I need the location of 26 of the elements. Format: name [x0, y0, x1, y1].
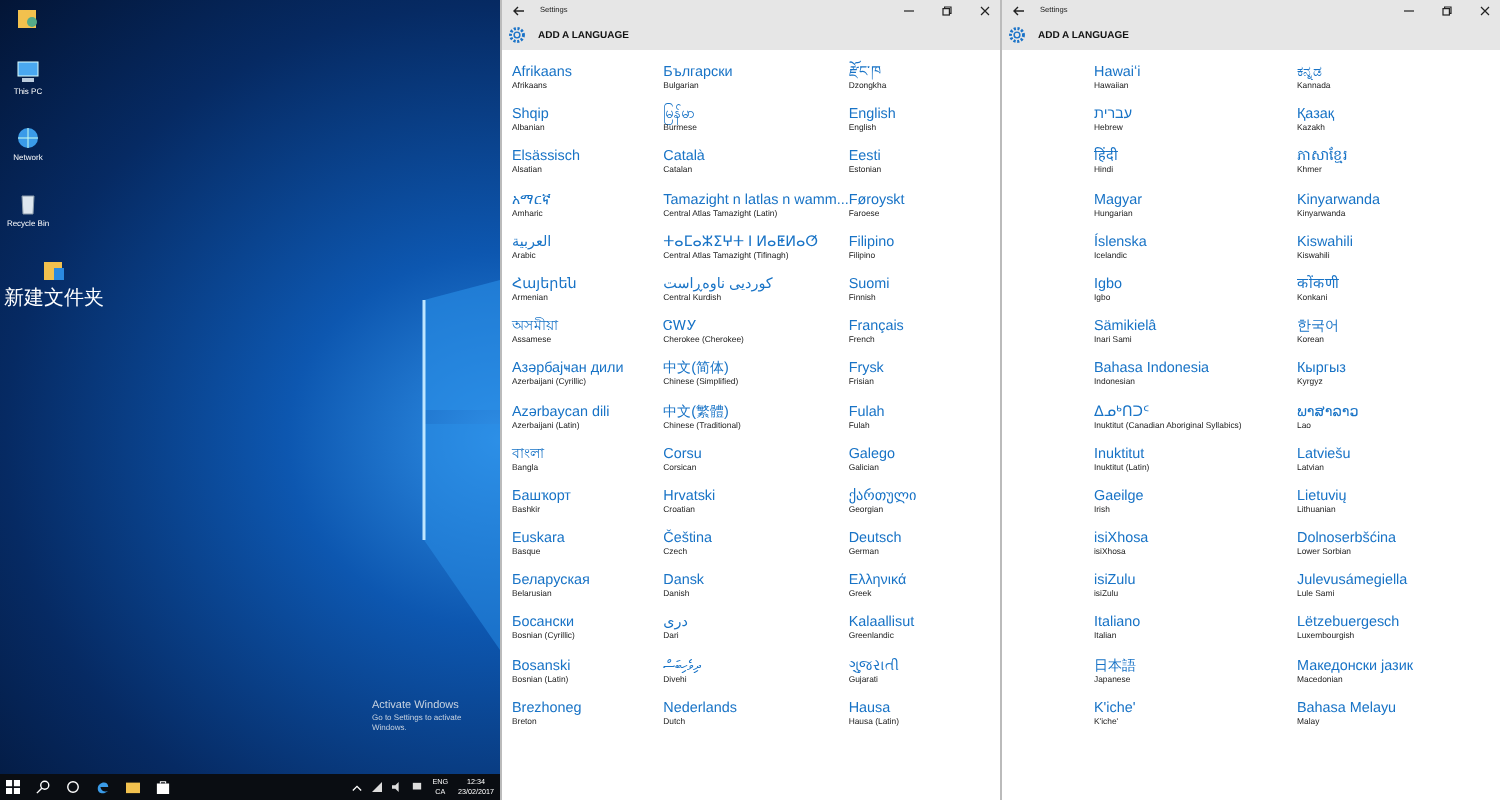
chevron-up-icon[interactable]: [352, 783, 363, 791]
computer-icon[interactable]: [16, 60, 40, 84]
recycle-bin-icon[interactable]: [16, 192, 40, 216]
restore-icon[interactable]: [1442, 5, 1452, 15]
folder-icon[interactable]: [126, 780, 140, 794]
globe-icon[interactable]: [16, 126, 40, 150]
search-icon[interactable]: [36, 780, 50, 794]
edge-icon[interactable]: [96, 780, 110, 794]
close-icon[interactable]: [980, 5, 990, 15]
settings-icon: [1008, 26, 1026, 44]
close-icon[interactable]: [1480, 5, 1490, 15]
network-icon[interactable]: [372, 782, 383, 792]
restore-icon[interactable]: [942, 5, 952, 15]
folder-icon[interactable]: [42, 258, 66, 282]
task-view-icon[interactable]: [66, 780, 80, 794]
message-icon[interactable]: [412, 782, 423, 792]
speaker-icon[interactable]: [392, 782, 403, 792]
back-arrow-icon[interactable]: [1012, 5, 1024, 15]
minimize-icon[interactable]: [1404, 5, 1414, 15]
desktop-icon-label[interactable]: 新建文件夹: [4, 284, 104, 312]
minimize-icon[interactable]: [904, 5, 914, 15]
settings-icon: [508, 26, 526, 44]
shopping-bag-icon[interactable]: [156, 780, 170, 794]
user-folder-icon[interactable]: [16, 6, 40, 30]
back-arrow-icon[interactable]: [512, 5, 524, 15]
start-icon[interactable]: [6, 780, 20, 794]
